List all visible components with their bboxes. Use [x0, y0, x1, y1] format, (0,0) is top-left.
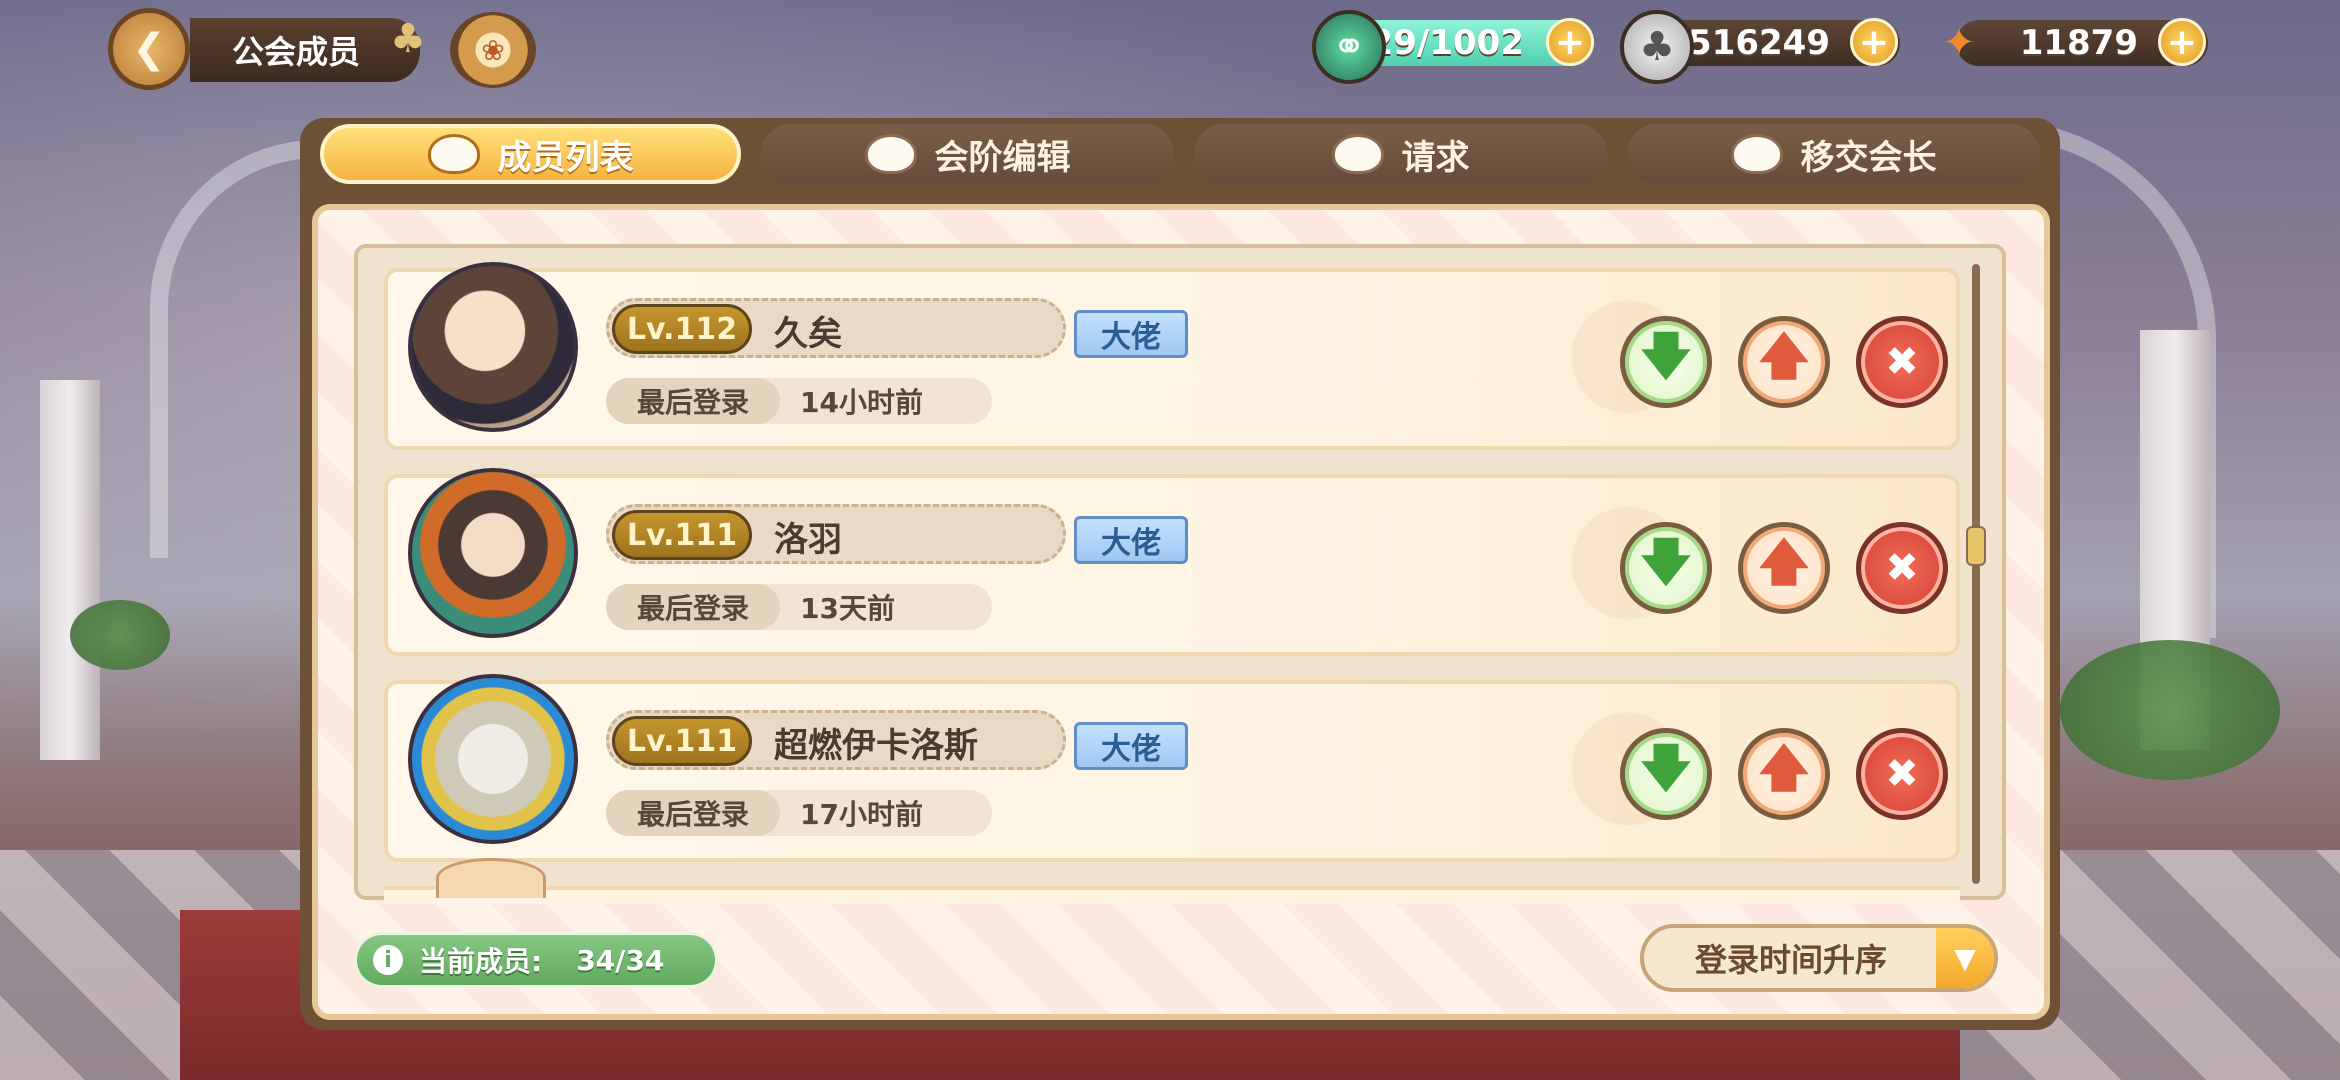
last-login-time: 13天前 [800, 592, 895, 625]
member-name: 久矣 [774, 314, 842, 354]
coin-add-button[interactable]: + [1850, 18, 1898, 66]
page-title: 公会成员 [190, 18, 420, 82]
cat-ears-decoration [436, 858, 546, 898]
demote-button[interactable]: 🡇 [1620, 316, 1712, 408]
pillar-decoration [40, 380, 100, 760]
member-row: Lv.111 超燃伊卡洛斯 大佬 最后登录 17小时前 🡇 🡅 ✖ [384, 674, 1960, 862]
back-button[interactable]: ❮ [108, 8, 190, 90]
potion-add-button[interactable]: + [1546, 18, 1594, 66]
potion-icon: ⚭ [1312, 10, 1386, 84]
last-login-label: 最后登录 [606, 584, 780, 630]
last-login-time: 17小时前 [800, 798, 923, 831]
last-login-label: 最后登录 [606, 790, 780, 836]
arrow-up-icon: 🡅 [1758, 738, 1810, 797]
cat-icon [1730, 134, 1783, 174]
potion-resource: 29/1002 ⚭ + [1312, 10, 1596, 84]
promote-button[interactable]: 🡅 [1738, 316, 1830, 408]
arrow-up-icon: 🡅 [1758, 532, 1810, 591]
kick-cat-icon: ✖ [1885, 545, 1919, 591]
sort-label: 登录时间升序 [1694, 941, 1887, 979]
member-avatar[interactable] [408, 262, 578, 432]
tab-transfer-leader[interactable]: 移交会长 [1627, 124, 2040, 184]
member-name: 超燃伊卡洛斯 [774, 726, 978, 766]
coin-resource: 6516249 ♣ + [1620, 10, 1900, 84]
kick-cat-icon: ✖ [1885, 339, 1919, 385]
promote-button[interactable]: 🡅 [1738, 522, 1830, 614]
carrot-add-button[interactable]: + [2158, 18, 2206, 66]
last-login-time: 14小时前 [800, 386, 923, 419]
member-rank-badge: 大佬 [1074, 722, 1188, 770]
sort-dropdown[interactable]: 登录时间升序 ▼ [1640, 924, 1998, 992]
member-avatar[interactable] [408, 674, 578, 844]
clover-icon: ♣ [390, 16, 426, 62]
member-name: 洛羽 [774, 520, 842, 560]
clover-coin-icon: ♣ [1620, 10, 1694, 84]
scrollbar-thumb[interactable] [1966, 526, 1986, 566]
tab-label: 请求 [1401, 137, 1470, 178]
back-arrow-icon: ❮ [132, 26, 166, 72]
tab-label: 会阶编辑 [934, 137, 1071, 178]
member-level: Lv.111 [612, 716, 752, 766]
arrow-down-icon: 🡇 [1640, 532, 1692, 591]
arrow-up-icon: 🡅 [1758, 326, 1810, 385]
kick-button[interactable]: ✖ [1856, 316, 1948, 408]
guild-emblem-icon[interactable]: ❀ [450, 12, 536, 88]
chevron-down-icon[interactable]: ▼ [1936, 928, 1994, 988]
tab-label: 成员列表 [497, 137, 634, 178]
plant-decoration [2060, 640, 2280, 780]
promote-button[interactable]: 🡅 [1738, 728, 1830, 820]
tab-bar: 成员列表 会阶编辑 请求 移交会长 [320, 124, 2040, 194]
member-count-badge: i 当前成员: 34/34 [354, 932, 718, 988]
tab-requests[interactable]: 请求 [1194, 124, 1607, 184]
kick-cat-icon: ✖ [1885, 751, 1919, 797]
scrollbar-track[interactable] [1972, 264, 1980, 884]
member-row-partial [384, 886, 1960, 904]
tab-label: 移交会长 [1800, 137, 1937, 178]
arrow-down-icon: 🡇 [1640, 738, 1692, 797]
kick-button[interactable]: ✖ [1856, 522, 1948, 614]
member-level: Lv.111 [612, 510, 752, 560]
carrot-icon: ✦ [1942, 20, 1976, 66]
carrot-resource: 11879 ✦ + [1926, 16, 2210, 70]
cat-icon [1331, 134, 1384, 174]
member-rank-badge: 大佬 [1074, 310, 1188, 358]
member-level: Lv.112 [612, 304, 752, 354]
cat-icon [427, 134, 480, 174]
demote-button[interactable]: 🡇 [1620, 522, 1712, 614]
member-row: Lv.111 洛羽 大佬 最后登录 13天前 🡇 🡅 ✖ [384, 468, 1960, 656]
member-avatar[interactable] [408, 468, 578, 638]
kick-button[interactable]: ✖ [1856, 728, 1948, 820]
info-icon[interactable]: i [373, 945, 403, 975]
last-login-label: 最后登录 [606, 378, 780, 424]
tab-member-list[interactable]: 成员列表 [320, 124, 741, 184]
tab-rank-edit[interactable]: 会阶编辑 [761, 124, 1174, 184]
arrow-down-icon: 🡇 [1640, 326, 1692, 385]
member-row: Lv.112 久矣 大佬 最后登录 14小时前 🡇 🡅 ✖ [384, 262, 1960, 450]
member-count-label: 当前成员: [419, 945, 543, 978]
cat-icon [864, 134, 917, 174]
demote-button[interactable]: 🡇 [1620, 728, 1712, 820]
member-rank-badge: 大佬 [1074, 516, 1188, 564]
plant-decoration [70, 600, 170, 670]
member-count-value: 34/34 [576, 943, 665, 977]
